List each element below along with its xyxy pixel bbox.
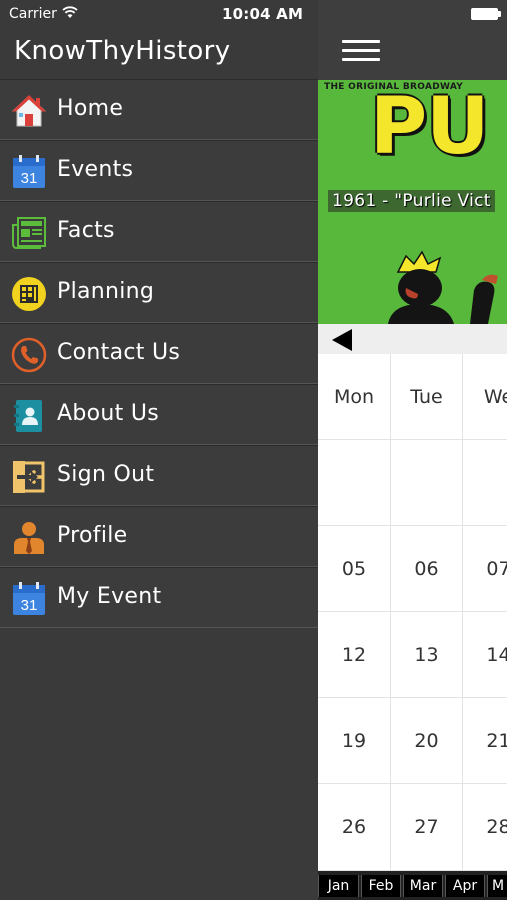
- weekday-header: We: [463, 354, 507, 440]
- top-bar: [318, 0, 507, 80]
- calendar-day[interactable]: 26: [318, 784, 391, 871]
- month-tab-mar[interactable]: Mar: [403, 875, 443, 897]
- hamburger-menu-button[interactable]: [342, 38, 380, 64]
- newspaper-icon: [12, 217, 46, 249]
- calendar-day[interactable]: 28: [463, 784, 507, 871]
- month-tab-feb[interactable]: Feb: [361, 875, 401, 897]
- menu-item-label: Facts: [57, 218, 115, 243]
- menu-item-label: Events: [57, 157, 134, 182]
- menu-item-label: Sign Out: [57, 462, 155, 487]
- month-selector: Jan Feb Mar Apr M: [318, 871, 507, 900]
- menu-item-home[interactable]: Home: [0, 79, 318, 140]
- day-number: 28: [486, 816, 507, 838]
- battery-tip: [498, 11, 501, 17]
- planner-icon: [12, 277, 46, 311]
- menu-item-label: About Us: [57, 401, 160, 426]
- calendar-day[interactable]: 20: [391, 698, 463, 784]
- menu-item-facts[interactable]: Facts: [0, 201, 318, 262]
- weekday-label: Tue: [410, 386, 443, 408]
- day-number: 21: [486, 730, 507, 752]
- calendar-day[interactable]: [391, 440, 463, 526]
- wifi-icon: [62, 6, 78, 18]
- menu-item-planning[interactable]: Planning: [0, 262, 318, 323]
- calendar-day[interactable]: 27: [391, 784, 463, 871]
- day-number: 06: [414, 558, 439, 580]
- day-number: 05: [341, 558, 367, 580]
- carrier-label: Carrier: [9, 6, 57, 22]
- calendar-day[interactable]: 19: [318, 698, 391, 784]
- calendar-day[interactable]: [463, 440, 507, 526]
- day-number: 13: [414, 644, 439, 666]
- calendar-grid: Mon Tue We 05 06 07 12 13 14 19 20 21 26…: [318, 354, 507, 871]
- calendar-icon: 31: [13, 155, 45, 188]
- menu-item-events[interactable]: 31 Events: [0, 140, 318, 201]
- menu-item-sign-out[interactable]: Sign Out: [0, 445, 318, 506]
- home-icon: [11, 95, 47, 127]
- navigation-drawer: Carrier 10:04 AM KnowThyHistory Home 31 …: [0, 0, 318, 900]
- month-navigation-bar: [318, 324, 507, 354]
- menu-item-label: Profile: [57, 523, 128, 548]
- person-icon: [14, 522, 44, 554]
- calendar-icon: 31: [13, 582, 45, 615]
- day-number: 12: [341, 644, 367, 666]
- banner-caption: 1961 - "Purlie Vict: [328, 190, 495, 212]
- main-content: THE ORIGINAL BROADWAY PU 1961 - "Purlie …: [318, 0, 507, 900]
- calendar-day[interactable]: 05: [318, 526, 391, 612]
- day-number: 20: [414, 730, 439, 752]
- day-number: 14: [486, 644, 507, 666]
- menu-item-label: My Event: [57, 584, 162, 609]
- drawer-menu: Home 31 Events Facts Planning Contact Us…: [0, 79, 318, 628]
- calendar-day[interactable]: 07: [463, 526, 507, 612]
- calendar-day[interactable]: 14: [463, 612, 507, 698]
- sign-out-icon: [13, 461, 45, 493]
- day-number: 27: [414, 816, 439, 838]
- event-banner[interactable]: THE ORIGINAL BROADWAY PU 1961 - "Purlie …: [318, 80, 507, 324]
- battery-icon: [471, 8, 498, 20]
- calendar-day[interactable]: 12: [318, 612, 391, 698]
- contact-book-icon: [14, 400, 42, 432]
- calendar-day[interactable]: [318, 440, 391, 526]
- weekday-header: Tue: [391, 354, 463, 440]
- menu-item-contact-us[interactable]: Contact Us: [0, 323, 318, 384]
- svg-text:31: 31: [21, 597, 38, 614]
- svg-text:31: 31: [21, 170, 38, 187]
- menu-item-about-us[interactable]: About Us: [0, 384, 318, 445]
- menu-item-label: Home: [57, 96, 124, 121]
- menu-item-my-event[interactable]: 31 My Event: [0, 567, 318, 628]
- banner-title-text: PU: [370, 82, 490, 172]
- status-bar: Carrier 10:04 AM: [0, 0, 318, 28]
- calendar-day[interactable]: 21: [463, 698, 507, 784]
- calendar-day[interactable]: 06: [391, 526, 463, 612]
- banner-figure-image: [388, 250, 498, 324]
- weekday-header: Mon: [318, 354, 391, 440]
- menu-item-label: Contact Us: [57, 340, 181, 365]
- month-tab-apr[interactable]: Apr: [445, 875, 485, 897]
- month-tab-jan[interactable]: Jan: [318, 875, 359, 897]
- clock: 10:04 AM: [222, 5, 304, 23]
- previous-month-arrow-icon[interactable]: [332, 329, 352, 351]
- menu-item-profile[interactable]: Profile: [0, 506, 318, 567]
- app-title: KnowThyHistory: [14, 36, 231, 66]
- weekday-label: Mon: [333, 386, 375, 408]
- month-tab-may[interactable]: M: [487, 875, 507, 897]
- weekday-label: We: [483, 386, 507, 408]
- day-number: 19: [341, 730, 367, 752]
- calendar-day[interactable]: 13: [391, 612, 463, 698]
- day-number: 26: [341, 816, 367, 838]
- phone-icon: [11, 337, 47, 373]
- menu-item-label: Planning: [57, 279, 155, 304]
- day-number: 07: [486, 558, 507, 580]
